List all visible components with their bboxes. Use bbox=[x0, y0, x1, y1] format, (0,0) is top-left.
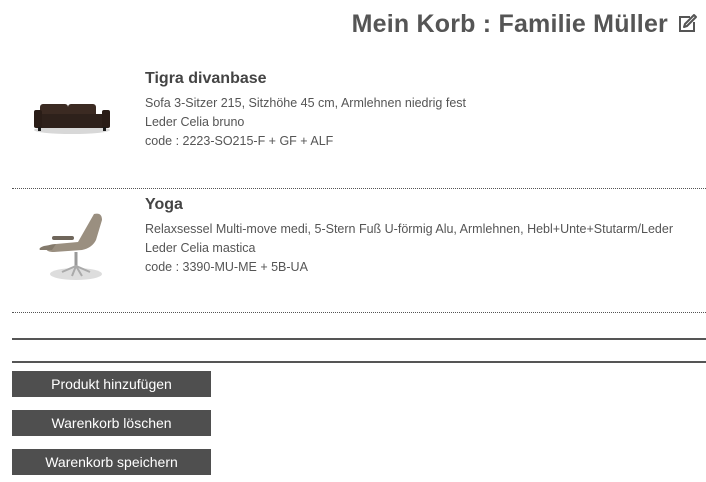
product-code: code : 2223-SO215-F + GF + ALF bbox=[145, 134, 334, 148]
product-description: Sofa 3-Sitzer 215, Sitzhöhe 45 cm, Armle… bbox=[145, 96, 467, 110]
product-material: Leder Celia mastica bbox=[145, 241, 256, 255]
sofa-image bbox=[32, 80, 122, 160]
cart-item: Tigra divanbase Sofa 3-Sitzer 215, Sitzh… bbox=[12, 60, 706, 189]
product-name: Tigra divanbase bbox=[145, 70, 267, 87]
divider bbox=[12, 361, 706, 363]
product-name: Yoga bbox=[145, 196, 183, 213]
edit-icon[interactable] bbox=[676, 13, 698, 35]
product-description: Relaxsessel Multi-move medi, 5-Stern Fuß… bbox=[145, 222, 673, 236]
clear-cart-button[interactable]: Warenkorb löschen bbox=[12, 410, 211, 436]
item-details: Yoga Relaxsessel Multi-move medi, 5-Ster… bbox=[145, 196, 673, 277]
product-material: Leder Celia bruno bbox=[145, 115, 245, 129]
product-code: code : 3390-MU-ME + 5B-UA bbox=[145, 260, 308, 274]
page-title: Mein Korb : Familie Müller bbox=[351, 10, 668, 38]
add-product-button[interactable]: Produkt hinzufügen bbox=[12, 371, 211, 397]
cart-item: Yoga Relaxsessel Multi-move medi, 5-Ster… bbox=[12, 188, 706, 313]
divider bbox=[12, 338, 706, 340]
save-cart-button[interactable]: Warenkorb speichern bbox=[12, 449, 211, 475]
armchair-image bbox=[32, 206, 122, 286]
cart-header: Mein Korb : Familie Müller bbox=[352, 10, 698, 39]
item-details: Tigra divanbase Sofa 3-Sitzer 215, Sitzh… bbox=[145, 70, 466, 151]
